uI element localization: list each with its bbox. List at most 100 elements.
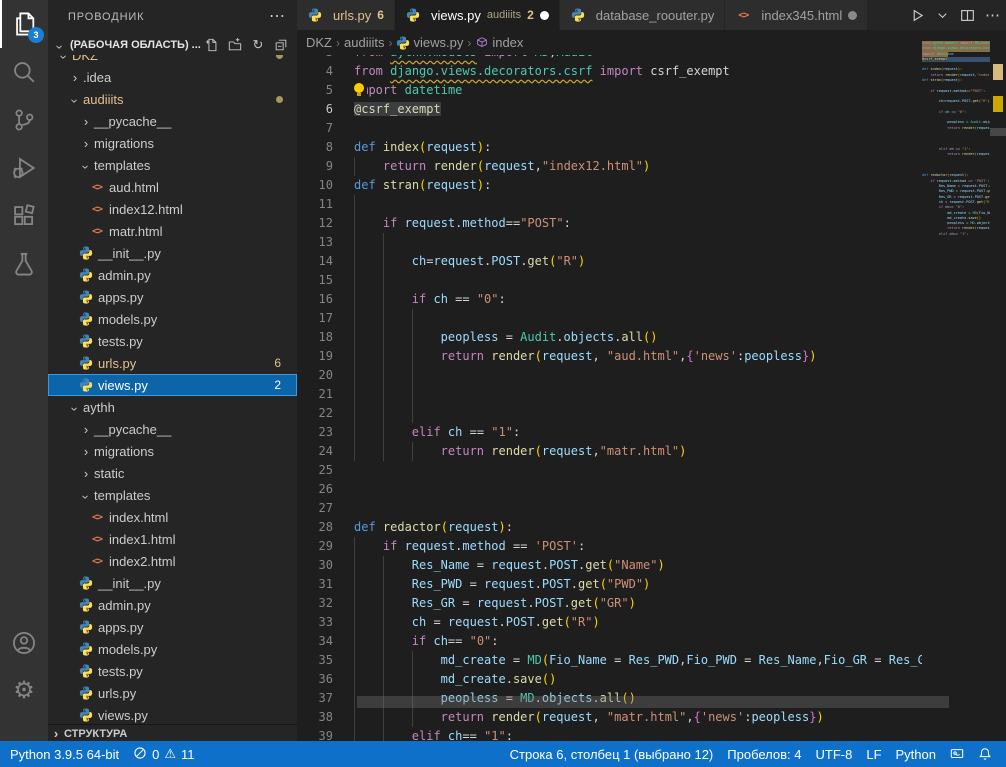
tree-item-urls.py[interactable]: urls.py (48, 682, 297, 704)
activity-source-control-icon[interactable] (0, 96, 48, 144)
tree-item-migrations[interactable]: ›migrations (48, 440, 297, 462)
line-number[interactable]: 34 (297, 632, 333, 651)
tree-item-admin.py[interactable]: admin.py (48, 264, 297, 286)
dropdown-button[interactable] (935, 8, 950, 23)
run-button[interactable] (910, 8, 925, 23)
code-line-35[interactable]: 35 md_create = MD(Fio_Name = Res_PWD,Fio… (297, 651, 922, 670)
tab-index345.html[interactable]: <>index345.html (725, 0, 868, 30)
tree-item-views.py[interactable]: views.py2 (48, 374, 297, 396)
tree-item-__init__.py[interactable]: __init__.py (48, 242, 297, 264)
code-line-33[interactable]: 33 ch = request.POST.get("R") (297, 613, 922, 632)
activity-search-icon[interactable] (0, 48, 48, 96)
tree-item-index.html[interactable]: <>index.html (48, 506, 297, 528)
line-number[interactable]: 31 (297, 575, 333, 594)
line-number[interactable]: 33 (297, 613, 333, 632)
line-number[interactable]: 27 (297, 499, 333, 518)
code-line-19[interactable]: 19 return render(request, "aud.html",{'n… (297, 347, 922, 366)
code-line-29[interactable]: 29 if request.method == 'POST': (297, 537, 922, 556)
activity-extensions-icon[interactable] (0, 192, 48, 240)
code-line-4[interactable]: 4from django.views.decorators.csrf impor… (297, 62, 922, 81)
line-number[interactable]: 3 (297, 55, 333, 62)
collapse-all-icon[interactable] (273, 37, 289, 53)
line-number[interactable]: 21 (297, 385, 333, 404)
line-number[interactable]: 6 (297, 100, 333, 119)
status-problems[interactable]: 0⚠11 (133, 746, 194, 763)
line-number[interactable]: 9 (297, 157, 333, 176)
code-line-14[interactable]: 14 ch=request.POST.get("R") (297, 252, 922, 271)
tree-item-models.py[interactable]: models.py (48, 638, 297, 660)
line-number[interactable]: 39 (297, 727, 333, 741)
line-number[interactable]: 19 (297, 347, 333, 366)
tree-item-__pycache__[interactable]: ›__pycache__ (48, 418, 297, 440)
split-editor-button[interactable] (960, 8, 975, 23)
tree-item-.idea[interactable]: ›.idea (48, 66, 297, 88)
code-line-36[interactable]: 36 md_create.save() (297, 670, 922, 689)
tree-item-index1.html[interactable]: <>index1.html (48, 528, 297, 550)
tree-item-DKZ[interactable]: ›DKZ (48, 55, 297, 66)
code-line-21[interactable]: 21 (297, 385, 922, 404)
line-number[interactable]: 13 (297, 233, 333, 252)
line-number[interactable]: 10 (297, 176, 333, 195)
tree-item-templates[interactable]: ›templates (48, 154, 297, 176)
code-editor[interactable]: 3from aythh.models import MD,Audit4from … (297, 55, 922, 741)
tree-item-static[interactable]: ›static (48, 462, 297, 484)
status-indentation[interactable]: Пробелов: 4 (727, 747, 801, 762)
tree-item-apps.py[interactable]: apps.py (48, 286, 297, 308)
tree-item-tests.py[interactable]: tests.py (48, 330, 297, 352)
tree-item-apps.py[interactable]: apps.py (48, 616, 297, 638)
tab-views.py[interactable]: views.pyaudiiits2 (395, 0, 560, 30)
line-number[interactable]: 28 (297, 518, 333, 537)
tree-item-aud.html[interactable]: <>aud.html (48, 176, 297, 198)
code-line-16[interactable]: 16 if ch == "0": (297, 290, 922, 309)
tree-item-models.py[interactable]: models.py (48, 308, 297, 330)
status-python-version[interactable]: Python 3.9.5 64-bit (10, 747, 119, 762)
code-line-15[interactable]: 15 (297, 271, 922, 290)
line-number[interactable]: 35 (297, 651, 333, 670)
line-number[interactable]: 36 (297, 670, 333, 689)
lightbulb-icon[interactable] (353, 83, 367, 98)
code-line-34[interactable]: 34 if ch== "0": (297, 632, 922, 651)
activity-explorer-icon[interactable]: 3 (0, 0, 50, 48)
tree-item-audiiits[interactable]: ›audiiits (48, 88, 297, 110)
code-line-7[interactable]: 7 (297, 119, 922, 138)
more-actions-icon[interactable]: ⋯ (269, 6, 285, 26)
line-number[interactable]: 38 (297, 708, 333, 727)
code-line-13[interactable]: 13 (297, 233, 922, 252)
code-line-30[interactable]: 30 Res_Name = request.POST.get("Name") (297, 556, 922, 575)
activity-settings-icon[interactable]: ⚙ (0, 667, 48, 715)
line-number[interactable]: 8 (297, 138, 333, 157)
tree-item-migrations[interactable]: ›migrations (48, 132, 297, 154)
code-line-20[interactable]: 20 (297, 366, 922, 385)
outline-section-header[interactable]: › СТРУКТУРА (48, 724, 297, 741)
line-number[interactable]: 18 (297, 328, 333, 347)
tree-item-index12.html[interactable]: <>index12.html (48, 198, 297, 220)
code-line-22[interactable]: 22 (297, 404, 922, 423)
code-line-28[interactable]: 28def redactor(request): (297, 518, 922, 537)
tab-database_roouter.py[interactable]: database_roouter.py (560, 0, 726, 30)
dirty-indicator[interactable] (848, 11, 857, 20)
workspace-section-header[interactable]: › (РАБОЧАЯ ОБЛАСТЬ) ... ↻ (48, 35, 297, 55)
line-number[interactable]: 15 (297, 271, 333, 290)
tab-urls.py[interactable]: urls.py6 (297, 0, 395, 30)
line-number[interactable]: 14 (297, 252, 333, 271)
line-number[interactable]: 16 (297, 290, 333, 309)
tree-item-tests.py[interactable]: tests.py (48, 660, 297, 682)
status-encoding[interactable]: UTF-8 (816, 747, 853, 762)
activity-account-icon[interactable] (0, 619, 48, 667)
code-line-39[interactable]: 39 elif ch== "1": (297, 727, 922, 741)
line-number[interactable]: 11 (297, 195, 333, 214)
new-file-icon[interactable] (204, 37, 220, 53)
code-line-5[interactable]: 5import datetime (297, 81, 922, 100)
tree-item-urls.py[interactable]: urls.py6 (48, 352, 297, 374)
code-line-26[interactable]: 26 (297, 480, 922, 499)
line-number[interactable]: 37 (297, 689, 333, 708)
code-line-18[interactable]: 18 peopless = Audit.objects.all() (297, 328, 922, 347)
code-line-8[interactable]: 8def index(request): (297, 138, 922, 157)
tree-item-index2.html[interactable]: <>index2.html (48, 550, 297, 572)
new-folder-icon[interactable] (227, 37, 243, 53)
line-number[interactable]: 29 (297, 537, 333, 556)
horizontal-scrollbar[interactable] (357, 696, 949, 708)
code-line-10[interactable]: 10def stran(request): (297, 176, 922, 195)
tree-item-templates[interactable]: ›templates (48, 484, 297, 506)
code-line-12[interactable]: 12 if request.method=="POST": (297, 214, 922, 233)
